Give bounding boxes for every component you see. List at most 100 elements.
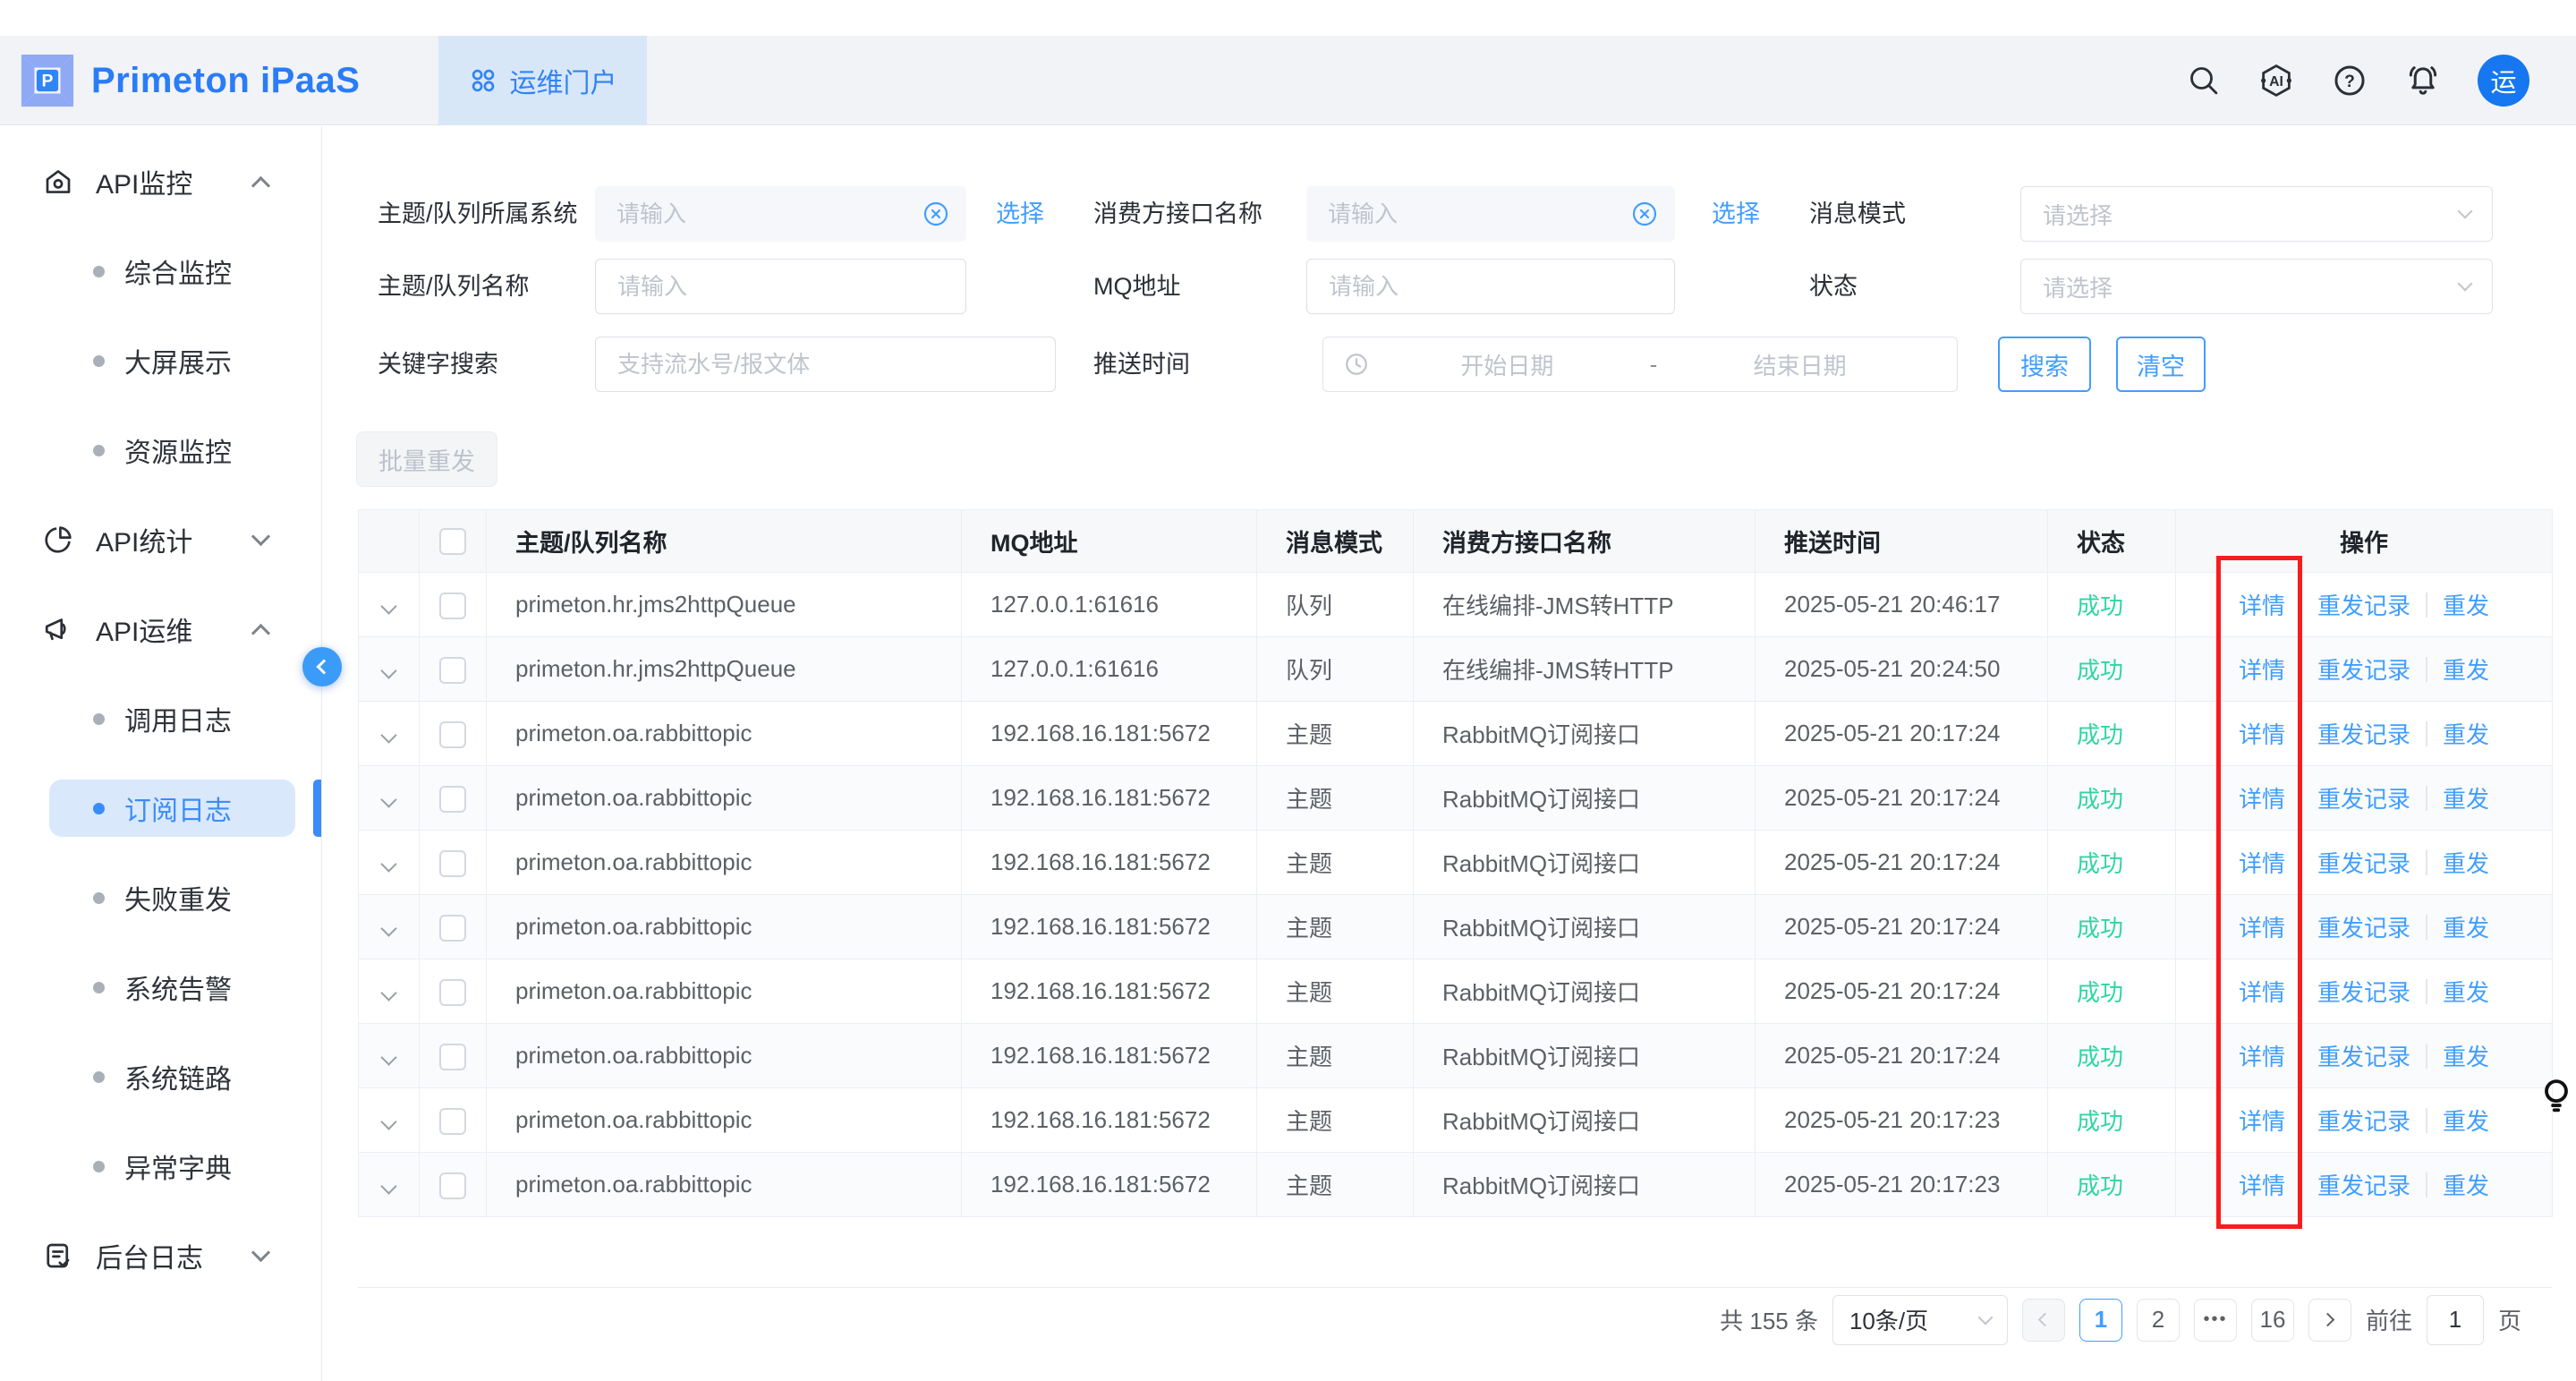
row-checkbox[interactable] [439, 915, 466, 942]
detail-link[interactable]: 详情 [2239, 846, 2285, 879]
choose-consumer-link[interactable]: 选择 [1712, 186, 1760, 242]
clear-button[interactable]: 清空 [2116, 337, 2206, 392]
page-button-2[interactable]: 2 [2137, 1299, 2180, 1342]
detail-link[interactable]: 详情 [2239, 1104, 2285, 1137]
resend-link[interactable]: 重发 [2443, 846, 2489, 879]
resend-link[interactable]: 重发 [2443, 975, 2489, 1008]
detail-link[interactable]: 详情 [2239, 1039, 2285, 1072]
row-checkbox[interactable] [439, 1108, 466, 1135]
row-checkbox[interactable] [439, 1044, 466, 1070]
row-checkbox[interactable] [439, 657, 466, 684]
row-expand-icon[interactable] [380, 727, 396, 743]
sidebar-item-api-ops[interactable]: API运维 [0, 584, 321, 674]
end-date-placeholder[interactable]: 结束日期 [1662, 348, 1937, 381]
row-checkbox[interactable] [439, 786, 466, 813]
row-expand-icon[interactable] [380, 791, 396, 807]
search-button[interactable]: 搜索 [1998, 337, 2091, 392]
resend-link[interactable]: 重发 [2443, 781, 2489, 814]
row-checkbox[interactable] [439, 592, 466, 619]
sidebar-item-label: 调用日志 [124, 699, 232, 738]
push-time-range-picker[interactable]: 开始日期 - 结束日期 [1322, 337, 1958, 392]
resend-link[interactable]: 重发 [2443, 652, 2489, 686]
resend-record-link[interactable]: 重发记录 [2317, 846, 2410, 879]
clear-circle-icon[interactable] [1630, 200, 1659, 233]
choose-system-link[interactable]: 选择 [996, 186, 1044, 242]
page-size-select[interactable]: 10条/页 [1832, 1295, 2008, 1345]
sidebar-item-exception-dict[interactable]: 异常字典 [0, 1121, 321, 1211]
resend-link[interactable]: 重发 [2443, 1104, 2489, 1137]
page-button-last[interactable]: 16 [2251, 1299, 2294, 1342]
status-select[interactable]: 请选择 [2020, 259, 2493, 314]
row-checkbox[interactable] [439, 1172, 466, 1199]
page-ellipsis[interactable]: ••• [2194, 1299, 2237, 1342]
resend-record-link[interactable]: 重发记录 [2317, 975, 2410, 1008]
sidebar-item-backend-log[interactable]: 后台日志 [0, 1211, 321, 1300]
queue-name-input[interactable] [595, 259, 966, 314]
resend-link[interactable]: 重发 [2443, 1039, 2489, 1072]
row-checkbox[interactable] [439, 721, 466, 748]
sidebar-item-system-link[interactable]: 系统链路 [0, 1032, 321, 1121]
help-icon[interactable]: ? [2331, 62, 2368, 99]
resend-record-link[interactable]: 重发记录 [2317, 1039, 2410, 1072]
row-expand-icon[interactable] [380, 920, 396, 936]
detail-link[interactable]: 详情 [2239, 910, 2285, 943]
sidebar-item-overall-monitor[interactable]: 综合监控 [0, 226, 321, 316]
row-expand-icon[interactable] [380, 1049, 396, 1065]
sidebar-item-resource-monitor[interactable]: 资源监控 [0, 405, 321, 495]
resend-record-link[interactable]: 重发记录 [2317, 717, 2410, 750]
mq-address-input[interactable] [1306, 259, 1675, 314]
detail-link[interactable]: 详情 [2239, 717, 2285, 750]
goto-page-input[interactable] [2427, 1295, 2484, 1345]
resend-link[interactable]: 重发 [2443, 1168, 2489, 1201]
tab-ops-portal[interactable]: 运维门户 [438, 36, 647, 125]
system-input[interactable] [595, 186, 966, 242]
start-date-placeholder[interactable]: 开始日期 [1370, 348, 1645, 381]
row-expand-icon[interactable] [380, 662, 396, 678]
cell-consumer-name: RabbitMQ订阅接口 [1414, 1153, 1756, 1217]
row-checkbox[interactable] [439, 850, 466, 877]
select-all-checkbox[interactable] [439, 528, 466, 555]
detail-link[interactable]: 详情 [2239, 975, 2285, 1008]
mode-select[interactable]: 请选择 [2020, 186, 2493, 242]
row-checkbox[interactable] [439, 979, 466, 1006]
user-avatar[interactable]: 运 [2478, 55, 2529, 107]
ai-assistant-icon[interactable]: AI [2257, 62, 2295, 99]
notifications-bell-icon[interactable] [2404, 62, 2442, 99]
row-expand-icon[interactable] [380, 985, 396, 1001]
lightbulb-icon[interactable] [2541, 1078, 2572, 1121]
detail-link[interactable]: 详情 [2239, 588, 2285, 621]
resend-record-link[interactable]: 重发记录 [2317, 781, 2410, 814]
sidebar-item-api-monitor[interactable]: API监控 [0, 137, 321, 226]
sidebar-item-system-alert[interactable]: 系统告警 [0, 942, 321, 1032]
resend-record-link[interactable]: 重发记录 [2317, 1168, 2410, 1201]
resend-record-link[interactable]: 重发记录 [2317, 1104, 2410, 1137]
row-expand-icon[interactable] [380, 598, 396, 614]
sidebar-item-big-screen[interactable]: 大屏展示 [0, 316, 321, 405]
sidebar-collapse-button[interactable] [302, 647, 342, 686]
next-page-button[interactable] [2308, 1299, 2351, 1342]
search-icon[interactable] [2186, 63, 2222, 98]
resend-record-link[interactable]: 重发记录 [2317, 910, 2410, 943]
sidebar-item-api-stats[interactable]: API统计 [0, 495, 321, 584]
sidebar-item-fail-resend[interactable]: 失败重发 [0, 853, 321, 942]
row-expand-icon[interactable] [380, 1178, 396, 1194]
clear-circle-icon[interactable] [922, 200, 950, 233]
keyword-input[interactable] [595, 337, 1056, 392]
detail-link[interactable]: 详情 [2239, 1168, 2285, 1201]
prev-page-button[interactable] [2022, 1299, 2065, 1342]
consumer-input[interactable] [1306, 186, 1675, 242]
row-expand-icon[interactable] [380, 1113, 396, 1130]
row-expand-icon[interactable] [380, 856, 396, 872]
detail-link[interactable]: 详情 [2239, 652, 2285, 686]
page-button-1[interactable]: 1 [2079, 1299, 2122, 1342]
batch-resend-button[interactable]: 批量重发 [356, 431, 497, 487]
goto-unit: 页 [2498, 1303, 2521, 1336]
resend-record-link[interactable]: 重发记录 [2317, 652, 2410, 686]
resend-link[interactable]: 重发 [2443, 588, 2489, 621]
sidebar-item-subscribe-log[interactable]: 订阅日志 [0, 763, 321, 853]
sidebar-item-call-log[interactable]: 调用日志 [0, 674, 321, 763]
resend-link[interactable]: 重发 [2443, 910, 2489, 943]
resend-record-link[interactable]: 重发记录 [2317, 588, 2410, 621]
detail-link[interactable]: 详情 [2239, 781, 2285, 814]
resend-link[interactable]: 重发 [2443, 717, 2489, 750]
